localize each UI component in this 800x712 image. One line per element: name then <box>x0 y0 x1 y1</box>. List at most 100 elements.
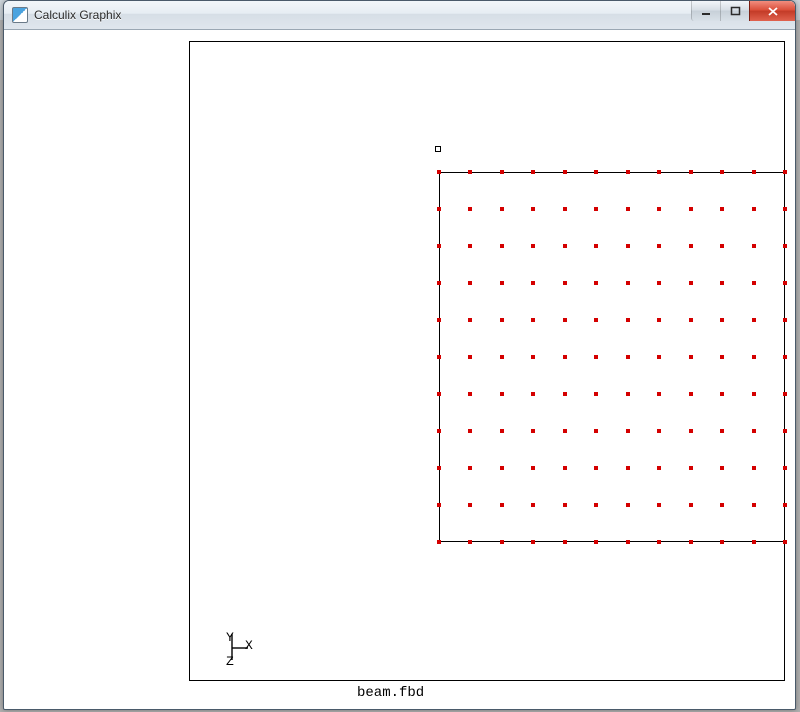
mesh-node <box>468 466 472 470</box>
mesh-node <box>437 429 441 433</box>
mesh-node <box>689 207 693 211</box>
mesh-node <box>626 540 630 544</box>
mesh-node <box>752 244 756 248</box>
mesh-node <box>437 170 441 174</box>
mesh-node <box>720 318 724 322</box>
mesh-node <box>626 318 630 322</box>
mesh-node <box>594 355 598 359</box>
mesh-node <box>689 244 693 248</box>
mesh-node <box>468 170 472 174</box>
mesh-node <box>626 503 630 507</box>
mesh-node <box>563 503 567 507</box>
mesh-node <box>437 244 441 248</box>
mesh-node <box>720 429 724 433</box>
mesh-node <box>437 281 441 285</box>
close-button[interactable] <box>749 1 795 21</box>
close-icon <box>767 6 779 17</box>
window-title: Calculix Graphix <box>34 8 795 22</box>
mesh-node <box>783 540 787 544</box>
mesh-node <box>783 244 787 248</box>
mesh-node <box>500 281 504 285</box>
mesh-node <box>752 355 756 359</box>
mesh-node <box>500 466 504 470</box>
mesh-node <box>689 540 693 544</box>
mesh-node <box>468 318 472 322</box>
mesh-node <box>437 392 441 396</box>
mesh-node <box>437 466 441 470</box>
mesh-node <box>563 318 567 322</box>
mesh-node <box>720 503 724 507</box>
mesh-node <box>594 281 598 285</box>
mesh-node <box>626 244 630 248</box>
mesh-node <box>689 281 693 285</box>
app-window: Calculix Graphix <box>3 0 796 710</box>
minimize-button[interactable] <box>691 1 720 21</box>
mesh-node <box>783 392 787 396</box>
mesh-node <box>783 318 787 322</box>
filename-label: beam.fbd <box>357 685 424 701</box>
mesh-node <box>657 170 661 174</box>
mesh-node <box>657 244 661 248</box>
mesh-node <box>626 170 630 174</box>
mesh-node <box>594 392 598 396</box>
mesh-node <box>563 244 567 248</box>
mesh-node <box>563 207 567 211</box>
window-controls <box>691 1 795 21</box>
axis-label-y: Y <box>226 631 234 644</box>
mesh-node <box>437 540 441 544</box>
mesh-node <box>626 281 630 285</box>
mesh-node <box>468 207 472 211</box>
mesh-node <box>531 466 535 470</box>
mesh-node <box>563 540 567 544</box>
mesh-node <box>500 429 504 433</box>
titlebar[interactable]: Calculix Graphix <box>4 1 795 30</box>
mesh-node <box>437 318 441 322</box>
mesh-node <box>468 503 472 507</box>
mesh-node <box>437 207 441 211</box>
mesh-node <box>752 318 756 322</box>
mesh-boundary <box>439 172 785 542</box>
minimize-icon <box>701 6 712 17</box>
mesh-node <box>531 281 535 285</box>
mesh-node <box>657 281 661 285</box>
mesh-node <box>752 503 756 507</box>
mesh-node <box>531 318 535 322</box>
mesh-node <box>752 466 756 470</box>
mesh-node <box>437 503 441 507</box>
mesh-node <box>689 355 693 359</box>
mesh-node <box>594 244 598 248</box>
maximize-button[interactable] <box>720 1 749 21</box>
mesh-node <box>500 355 504 359</box>
mesh-node <box>531 392 535 396</box>
mesh-node <box>689 466 693 470</box>
mesh-node <box>720 244 724 248</box>
mesh-node <box>594 540 598 544</box>
axis-label-z: Z <box>226 655 234 668</box>
mesh-node <box>468 244 472 248</box>
mesh-node <box>468 355 472 359</box>
mesh-node <box>500 318 504 322</box>
mesh-node <box>500 540 504 544</box>
isolated-node[interactable] <box>435 146 441 152</box>
mesh-node <box>500 503 504 507</box>
mesh-node <box>752 540 756 544</box>
mesh-node <box>531 429 535 433</box>
mesh-node <box>468 429 472 433</box>
mesh-node <box>657 392 661 396</box>
mesh-node <box>720 281 724 285</box>
mesh-node <box>783 503 787 507</box>
mesh-node <box>783 429 787 433</box>
mesh-node <box>468 540 472 544</box>
client-area: Y X Z beam.fbd <box>11 31 790 704</box>
mesh-node <box>563 466 567 470</box>
mesh-node <box>657 429 661 433</box>
mesh-node <box>752 429 756 433</box>
mesh-node <box>752 170 756 174</box>
viewport[interactable]: Y X Z <box>189 41 785 681</box>
mesh-node <box>531 170 535 174</box>
mesh-node <box>689 503 693 507</box>
mesh-node <box>594 503 598 507</box>
mesh-node <box>783 466 787 470</box>
mesh-node <box>531 244 535 248</box>
mesh-node <box>783 355 787 359</box>
